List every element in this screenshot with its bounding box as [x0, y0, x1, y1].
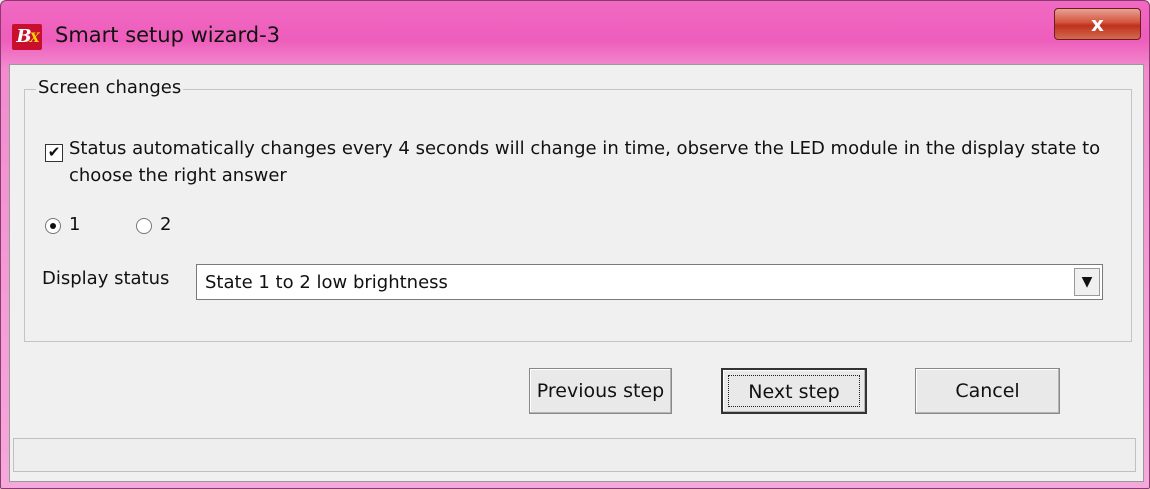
previous-step-button[interactable]: Previous step: [529, 368, 672, 414]
title-bar[interactable]: BX Smart setup wizard-3 x: [1, 1, 1149, 63]
client-area: Screen changes ✔ Status automatically ch…: [9, 64, 1144, 482]
status-bar: [13, 438, 1136, 472]
window-title: Smart setup wizard-3: [55, 23, 281, 47]
focus-rectangle: [728, 375, 860, 407]
radio-selected-dot: [50, 223, 56, 229]
wizard-window: BX Smart setup wizard-3 x Screen changes…: [0, 0, 1150, 489]
dropdown-arrow-icon[interactable]: ▼: [1074, 268, 1100, 296]
radio-option-2-label[interactable]: 2: [160, 214, 171, 235]
radio-option-1[interactable]: [45, 218, 61, 234]
display-status-label: Display status: [42, 268, 170, 289]
auto-change-label[interactable]: Status automatically changes every 4 sec…: [69, 135, 1114, 189]
next-step-button[interactable]: Next step: [721, 368, 867, 414]
radio-option-1-label[interactable]: 1: [69, 214, 80, 235]
display-status-select[interactable]: State 1 to 2 low brightness ▼: [196, 264, 1103, 300]
app-logo-icon: BX: [12, 24, 42, 50]
cancel-button[interactable]: Cancel: [915, 368, 1060, 414]
radio-option-2[interactable]: [136, 218, 152, 234]
close-button[interactable]: x: [1054, 8, 1141, 40]
auto-change-checkbox[interactable]: ✔: [45, 144, 63, 162]
group-legend: Screen changes: [36, 77, 184, 98]
screen-changes-group: Screen changes ✔ Status automatically ch…: [24, 77, 1132, 342]
display-status-value: State 1 to 2 low brightness: [205, 272, 448, 293]
